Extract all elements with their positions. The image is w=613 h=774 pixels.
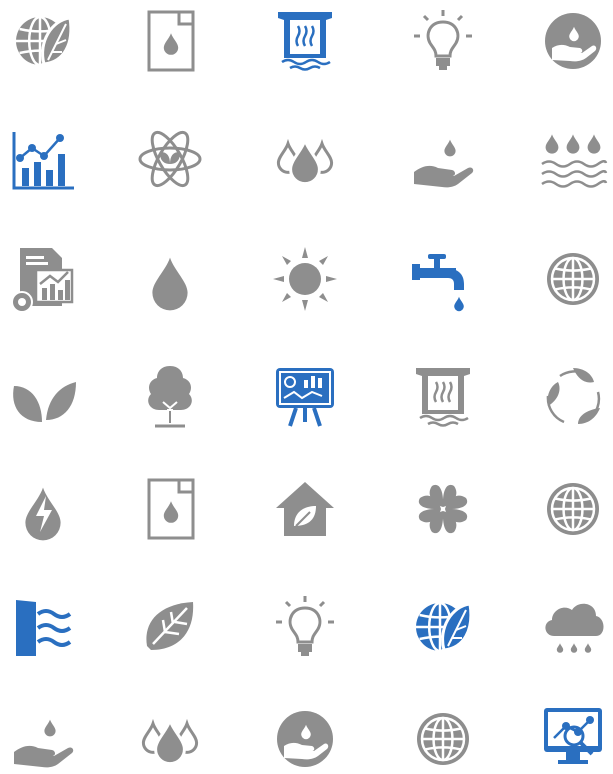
leaves-icon xyxy=(8,362,78,432)
report-gear-icon xyxy=(8,244,78,314)
hand-water-circle-icon xyxy=(270,704,340,774)
leaf-icon xyxy=(135,592,205,662)
tree-icon xyxy=(135,362,205,432)
globe-icon xyxy=(408,704,478,774)
document-drop-icon xyxy=(135,474,205,544)
monitor-analytics-icon xyxy=(538,704,608,774)
rain-cloud-icon xyxy=(538,592,608,662)
energy-drop-icon xyxy=(8,474,78,544)
faucet-icon xyxy=(408,244,478,314)
triple-drops-icon xyxy=(270,124,340,194)
icon-grid xyxy=(0,0,613,768)
dam-icon xyxy=(270,6,340,76)
globe-icon xyxy=(538,244,608,314)
triple-drops-icon xyxy=(135,704,205,774)
recycle-leaves-icon xyxy=(538,362,608,432)
eco-house-icon xyxy=(270,474,340,544)
hydro-dam-icon xyxy=(8,592,78,662)
hand-water-circle-icon xyxy=(538,6,608,76)
globe-leaf-icon xyxy=(8,6,78,76)
atom-leaf-icon xyxy=(135,124,205,194)
hand-drop-icon xyxy=(408,124,478,194)
clover-icon xyxy=(408,474,478,544)
presentation-board-icon xyxy=(270,362,340,432)
dam-icon xyxy=(408,362,478,432)
drops-waves-icon xyxy=(538,124,608,194)
globe-leaf-icon xyxy=(408,592,478,662)
document-drop-icon xyxy=(135,6,205,76)
hand-drop-icon xyxy=(8,704,78,774)
chart-growth-icon xyxy=(8,124,78,194)
lightbulb-icon xyxy=(408,6,478,76)
globe-icon xyxy=(538,474,608,544)
sun-icon xyxy=(270,244,340,314)
drop-icon xyxy=(135,244,205,314)
lightbulb-icon xyxy=(270,592,340,662)
